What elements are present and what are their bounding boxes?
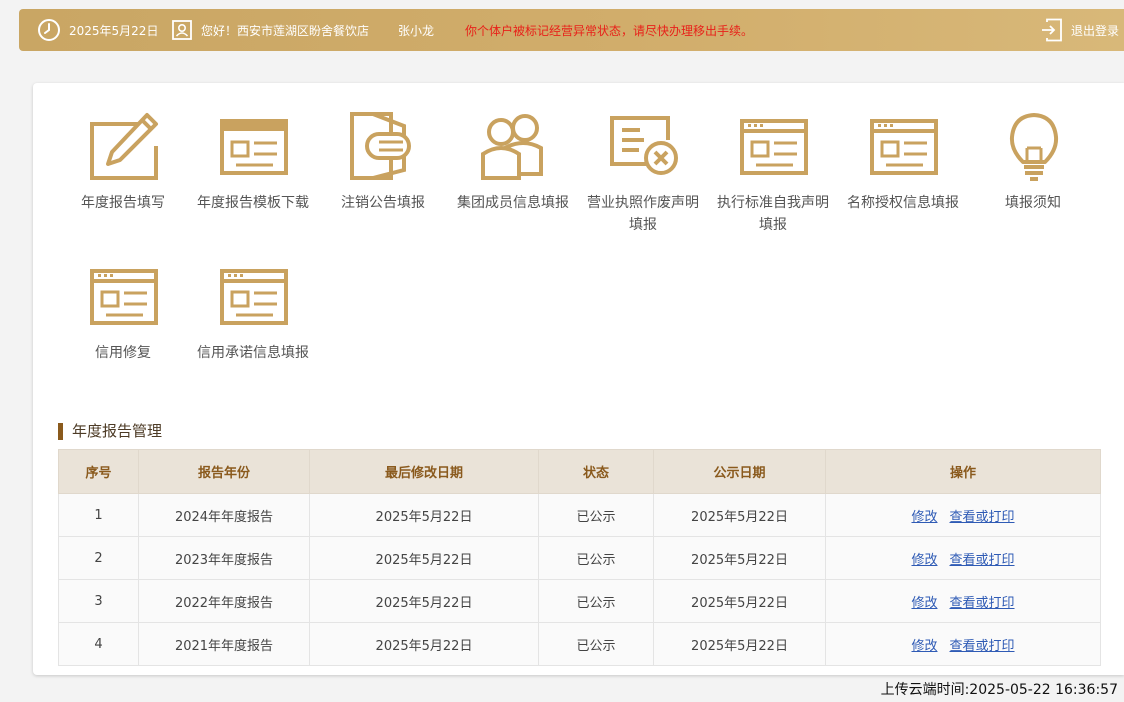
- edit-link[interactable]: 修改: [911, 596, 937, 611]
- logout-label: 退出登录: [1071, 23, 1120, 38]
- publish-date: 2025年5月22日: [653, 622, 826, 666]
- date-text: 2025年5月22日: [69, 23, 159, 38]
- edit-link[interactable]: 修改: [911, 510, 937, 525]
- view-print-link[interactable]: 查看或打印: [950, 639, 1015, 654]
- tile-label: 营业执照作废声明填报: [587, 195, 699, 233]
- publish-date: 2025年5月22日: [653, 579, 826, 623]
- column-header: 最后修改日期: [309, 449, 539, 494]
- tile-label: 年度报告填写: [81, 195, 165, 211]
- row-number: 4: [58, 622, 139, 666]
- column-header: 序号: [58, 449, 139, 494]
- tile-label: 名称授权信息填报: [847, 195, 959, 211]
- edit-link[interactable]: 修改: [911, 639, 937, 654]
- row-actions: 修改 查看或打印: [825, 493, 1101, 537]
- tile-label: 填报须知: [1005, 195, 1061, 211]
- report-status: 已公示: [538, 622, 654, 666]
- tile-label: 信用修复: [95, 345, 151, 361]
- table-row: 3 2022年年度报告 2025年5月22日 已公示 2025年5月22日 修改…: [58, 579, 1101, 623]
- tile-label: 注销公告填报: [341, 195, 425, 211]
- logout-icon: [1041, 18, 1063, 42]
- clock-icon: [37, 18, 61, 42]
- document-cancel-icon: [349, 112, 419, 182]
- publish-date: 2025年5月22日: [653, 493, 826, 537]
- last-modified-date: 2025年5月22日: [309, 622, 539, 666]
- row-actions: 修改 查看或打印: [825, 579, 1101, 623]
- row-number: 2: [58, 536, 139, 580]
- header-date: 2025年5月22日: [37, 9, 158, 51]
- lightbulb-icon: [999, 112, 1069, 182]
- logout-button[interactable]: 退出登录: [1041, 9, 1119, 51]
- form-template-icon: [219, 262, 289, 332]
- user-card-icon: [171, 19, 193, 41]
- column-header: 状态: [538, 449, 654, 494]
- column-header: 公示日期: [653, 449, 826, 494]
- report-status: 已公示: [538, 579, 654, 623]
- tile-label: 集团成员信息填报: [457, 195, 569, 211]
- report-year: 2022年年度报告: [138, 579, 310, 623]
- abnormal-status-warning: 你个体户被标记经营异常状态，请尽快办理移出手续。: [465, 23, 754, 38]
- last-modified-date: 2025年5月22日: [309, 579, 539, 623]
- edit-icon: [89, 112, 159, 182]
- form-template-icon: [739, 112, 809, 182]
- last-modified-date: 2025年5月22日: [309, 493, 539, 537]
- edit-link[interactable]: 修改: [911, 553, 937, 568]
- header-greeting: 您好！西安市莲湖区盼舍餐饮店: [171, 9, 369, 51]
- tile-label: 信用承诺信息填报: [197, 345, 309, 361]
- form-template-icon: [219, 112, 289, 182]
- greeting-text: 您好！西安市莲湖区盼舍餐饮店: [201, 23, 370, 38]
- form-template-icon: [869, 112, 939, 182]
- report-year: 2021年年度报告: [138, 622, 310, 666]
- view-print-link[interactable]: 查看或打印: [950, 510, 1015, 525]
- report-year: 2024年年度报告: [138, 493, 310, 537]
- table-row: 2 2023年年度报告 2025年5月22日 已公示 2025年5月22日 修改…: [58, 536, 1101, 580]
- annual-report-table: 序号 报告年份 最后修改日期 状态 公示日期 操作 1 2024年年度报告 20…: [58, 449, 1101, 666]
- section-title: 年度报告管理: [58, 421, 162, 441]
- table-row: 4 2021年年度报告 2025年5月22日 已公示 2025年5月22日 修改…: [58, 622, 1101, 666]
- last-modified-date: 2025年5月22日: [309, 536, 539, 580]
- table-header-row: 序号 报告年份 最后修改日期 状态 公示日期 操作: [58, 449, 1101, 494]
- report-status: 已公示: [538, 536, 654, 580]
- upload-time: 上传云端时间:2025-05-22 16:36:57: [880, 682, 1118, 698]
- row-actions: 修改 查看或打印: [825, 622, 1101, 666]
- column-header: 操作: [825, 449, 1101, 494]
- row-actions: 修改 查看或打印: [825, 536, 1101, 580]
- report-year: 2023年年度报告: [138, 536, 310, 580]
- column-header: 报告年份: [138, 449, 310, 494]
- form-template-icon: [89, 262, 159, 332]
- report-status: 已公示: [538, 493, 654, 537]
- tile-label: 执行标准自我声明填报: [717, 195, 829, 233]
- row-number: 3: [58, 579, 139, 623]
- view-print-link[interactable]: 查看或打印: [950, 596, 1015, 611]
- user-name: 张小龙: [398, 23, 435, 38]
- view-print-link[interactable]: 查看或打印: [950, 553, 1015, 568]
- license-void-icon: [609, 112, 679, 182]
- top-header-bar: 2025年5月22日 您好！西安市莲湖区盼舍餐饮店 张小龙 你个体户被标记经营异…: [19, 9, 1124, 51]
- publish-date: 2025年5月22日: [653, 536, 826, 580]
- row-number: 1: [58, 493, 139, 537]
- tile-label: 年度报告模板下载: [197, 195, 309, 211]
- group-members-icon: [479, 112, 549, 182]
- table-row: 1 2024年年度报告 2025年5月22日 已公示 2025年5月22日 修改…: [58, 493, 1101, 537]
